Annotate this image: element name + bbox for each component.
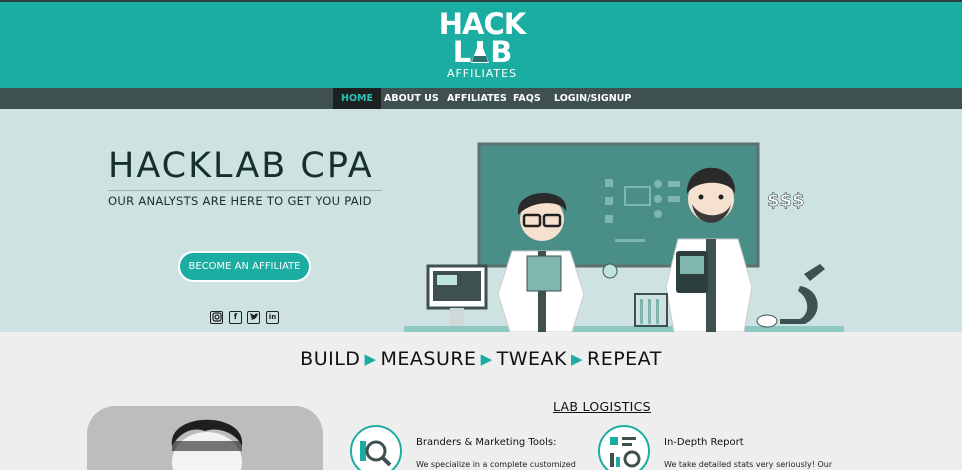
tagline-word-build: BUILD: [300, 348, 361, 370]
tagline-word-tweak: TWEAK: [496, 348, 567, 370]
logo-line-1: HACK: [438, 7, 526, 41]
play-triangle-icon: ▶: [364, 350, 377, 368]
report-chart-icon: [598, 425, 650, 470]
feature-text-branders: We specialize in a complete customized: [416, 460, 576, 469]
nav-login-signup[interactable]: LOGIN/SIGNUP: [546, 88, 639, 109]
logo-subtitle: AFFILIATES: [446, 67, 518, 80]
nav-about-us[interactable]: ABOUT US: [376, 88, 447, 109]
instagram-icon[interactable]: [210, 311, 223, 324]
hero-section: HACKLAB CPA OUR ANALYSTS ARE HERE TO GET…: [0, 109, 962, 332]
nav-faqs[interactable]: FAQS: [505, 88, 549, 109]
become-affiliate-button[interactable]: BECOME AN AFFILIATE: [178, 251, 311, 282]
tagline: BUILD ▶ MEASURE ▶ TWEAK ▶ REPEAT: [0, 348, 962, 370]
logo-letter-b: B: [490, 35, 512, 69]
avatar: [171, 419, 243, 470]
hero-subtitle: OUR ANALYSTS ARE HERE TO GET YOU PAID: [108, 194, 372, 208]
twitter-icon[interactable]: [247, 311, 260, 324]
play-triangle-icon: ▶: [570, 350, 584, 368]
main-nav: HOME ABOUT US AFFILIATES FAQS LOGIN/SIGN…: [0, 88, 962, 109]
flask-icon: [470, 39, 490, 65]
hero-divider: [108, 190, 382, 191]
site-header: HACK LB AFFILIATES: [0, 2, 962, 88]
profile-card: [87, 406, 323, 470]
nav-affiliates[interactable]: AFFILIATES: [439, 88, 515, 109]
logo-letter-l: L: [452, 35, 472, 69]
linkedin-icon[interactable]: in: [266, 311, 279, 324]
scientists-illustration: $$$: [404, 142, 844, 332]
hero-title: HACKLAB CPA: [108, 146, 374, 186]
money-sign-text: $$$: [767, 190, 805, 211]
feature-text-report: We take detailed stats very seriously! O…: [664, 460, 833, 469]
tagline-word-measure: MEASURE: [380, 348, 477, 370]
logo-line-2: LB: [436, 35, 528, 69]
feature-title-branders: Branders & Marketing Tools:: [416, 437, 557, 448]
magnifier-chart-icon: [350, 425, 402, 470]
facebook-icon[interactable]: f: [229, 311, 242, 324]
feature-title-report: In-Depth Report: [664, 437, 744, 448]
hacklab-logo[interactable]: HACK LB AFFILIATES: [436, 10, 528, 82]
play-triangle-icon: ▶: [480, 350, 493, 368]
tagline-word-repeat: REPEAT: [587, 348, 662, 370]
nav-home[interactable]: HOME: [333, 88, 381, 109]
lab-logistics-title: LAB LOGISTICS: [553, 399, 651, 414]
